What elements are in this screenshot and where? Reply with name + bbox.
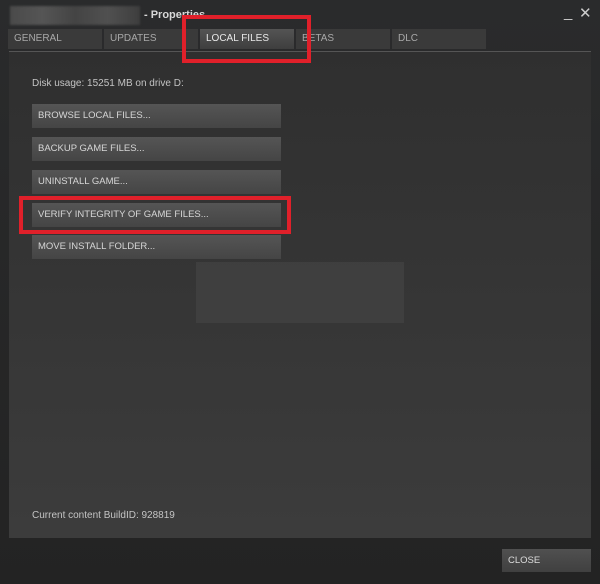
appuals-watermark [196, 262, 404, 323]
backup-game-files-button[interactable]: BACKUP GAME FILES... [32, 137, 281, 161]
uninstall-game-button[interactable]: UNINSTALL GAME... [32, 170, 281, 194]
highlight-box-verify [19, 196, 291, 234]
minimize-button[interactable]: _ [564, 4, 572, 21]
blurred-game-name [10, 6, 140, 25]
build-id-text: Current content BuildID: 928819 [32, 510, 175, 521]
highlight-box-local-files [182, 15, 311, 63]
tab-general[interactable]: GENERAL [8, 29, 102, 49]
close-button[interactable]: CLOSE [502, 549, 591, 572]
disk-usage-text: Disk usage: 15251 MB on drive D: [32, 78, 184, 89]
tab-dlc[interactable]: DLC [392, 29, 486, 49]
close-window-button[interactable]: ✕ [579, 4, 592, 22]
browse-local-files-button[interactable]: BROWSE LOCAL FILES... [32, 104, 281, 128]
properties-window: - Properties _ ✕ GENERAL UPDATES LOCAL F… [0, 0, 600, 584]
move-install-folder-button[interactable]: MOVE INSTALL FOLDER... [32, 235, 281, 259]
